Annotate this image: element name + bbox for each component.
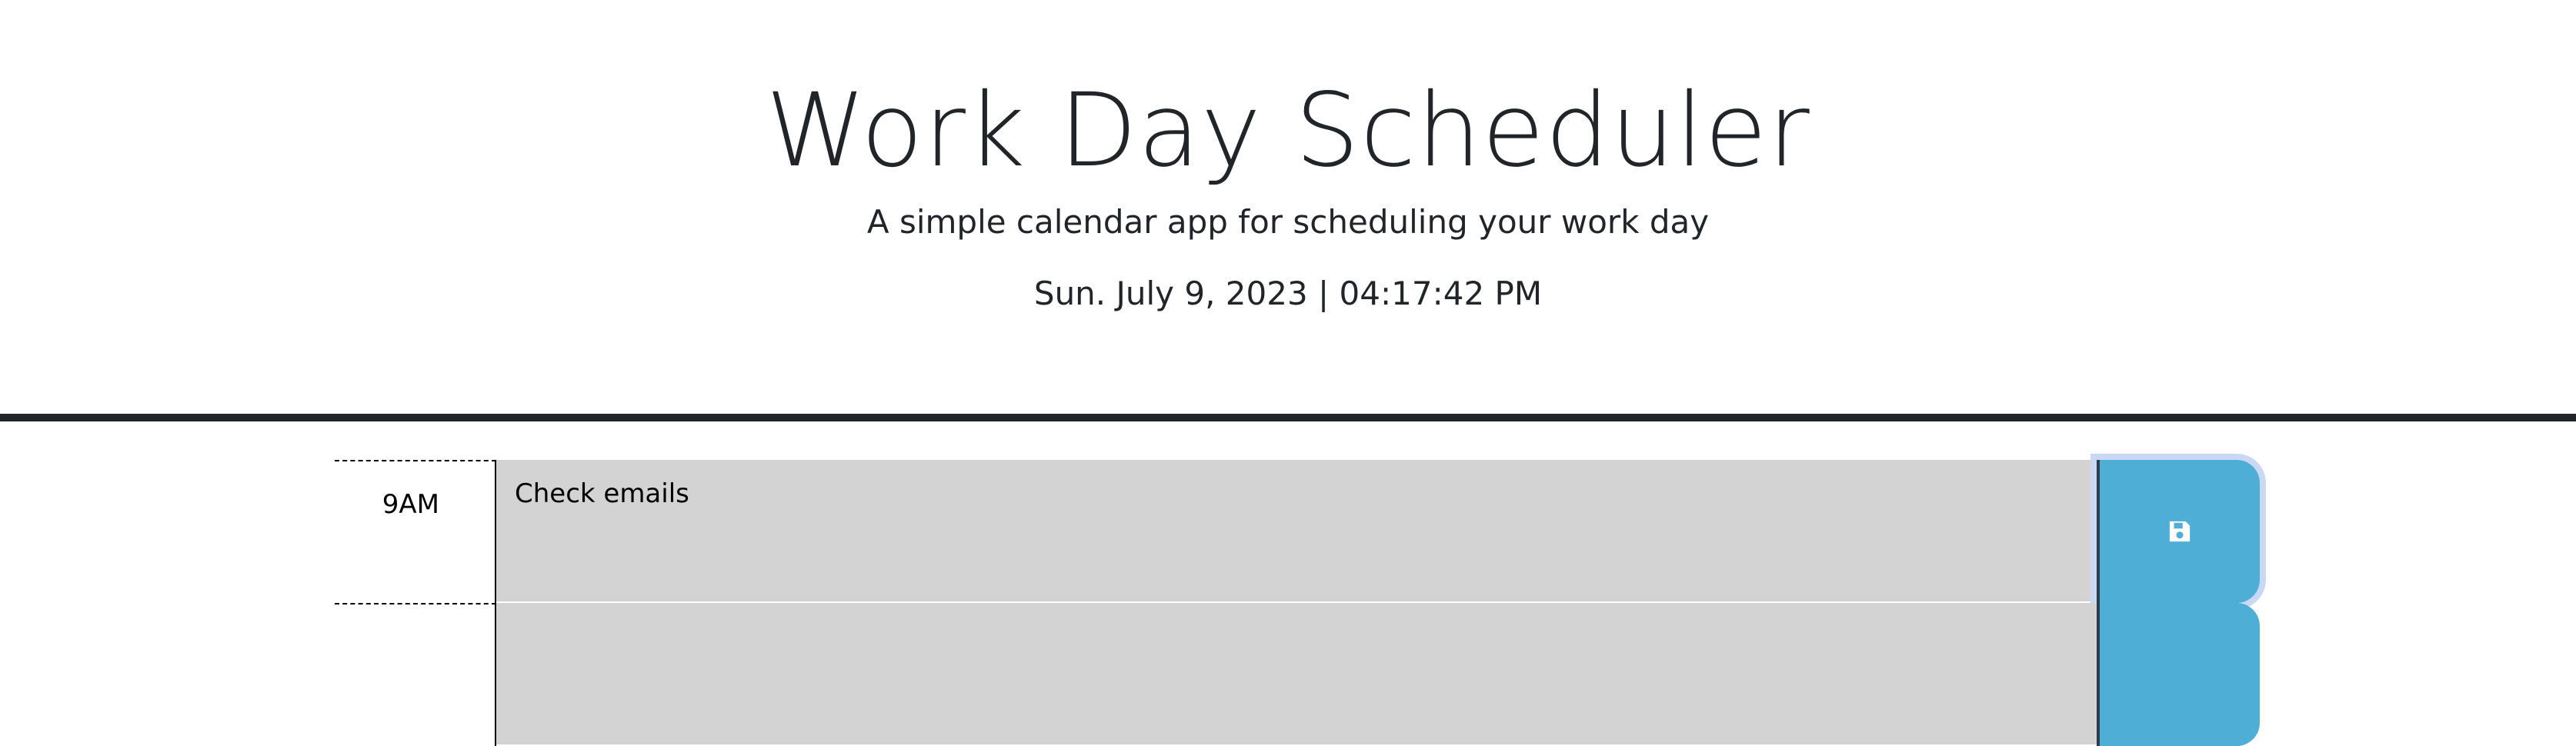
event-description-input[interactable]: Check emails bbox=[496, 460, 2097, 603]
save-button[interactable] bbox=[2097, 460, 2260, 603]
page-title: Work Day Scheduler bbox=[766, 72, 1810, 190]
save-icon bbox=[2169, 521, 2191, 542]
time-block-list: 9AM Check emails bbox=[335, 460, 2262, 746]
header: Work Day Scheduler A simple calendar app… bbox=[0, 0, 2576, 415]
page-subtitle: A simple calendar app for scheduling you… bbox=[866, 203, 1710, 241]
hour-label: 9AM bbox=[335, 460, 496, 603]
hour-label bbox=[335, 603, 496, 746]
current-datetime: Sun. July 9, 2023 | 04:17:42 PM bbox=[1033, 275, 1543, 312]
time-block-row: 9AM Check emails bbox=[335, 460, 2262, 603]
event-description-input[interactable] bbox=[496, 603, 2097, 746]
time-block-row bbox=[335, 603, 2262, 746]
save-button[interactable] bbox=[2097, 603, 2260, 746]
header-divider bbox=[0, 414, 2576, 421]
